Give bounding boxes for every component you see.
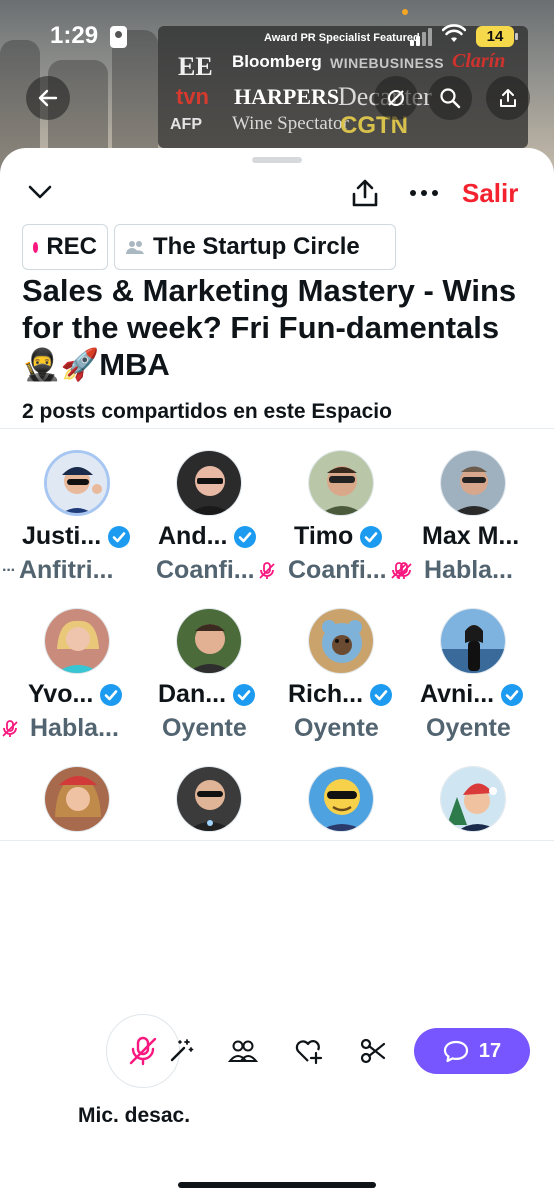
avatar[interactable]: [44, 450, 110, 516]
participant-name: Rich...: [288, 680, 393, 709]
participant-role: Habla...: [394, 556, 513, 585]
divider: [0, 428, 554, 429]
status-time: 1:29: [50, 22, 99, 49]
avatar[interactable]: [440, 450, 506, 516]
arrow-left-icon: [38, 89, 58, 107]
participant-role: Oyente: [162, 714, 247, 742]
divider: [0, 840, 554, 841]
participant-name: Avni...: [420, 680, 524, 709]
avatar[interactable]: [44, 766, 110, 832]
brand-logo: Bloomberg: [232, 52, 322, 71]
brand-logo: WINEBUSINESS: [330, 55, 445, 71]
chat-count: 17: [478, 1039, 502, 1062]
clip-button[interactable]: [356, 1034, 390, 1068]
community-badge[interactable]: The Startup Circle: [114, 224, 396, 270]
heart-plus-icon: [295, 1040, 323, 1065]
avatar[interactable]: [176, 450, 242, 516]
space-title: Sales & Marketing Mastery - Wins for the…: [22, 273, 517, 382]
shared-posts-link[interactable]: 2 posts compartidos en este Espacio: [22, 400, 392, 424]
mic-status-label: Mic. desac.: [78, 1104, 191, 1127]
brand-logo: AFP: [170, 116, 202, 133]
chevron-down-icon: [28, 185, 52, 199]
brand-logo: Clarín: [452, 50, 506, 72]
brand-logo: EE: [178, 52, 213, 81]
chat-bubble-icon: [443, 1040, 468, 1063]
people-icon: [228, 1040, 258, 1062]
verified-badge-icon: [108, 525, 131, 548]
magic-wand-icon: [170, 1039, 194, 1062]
record-dot-icon: [33, 241, 39, 253]
speaking-dots-icon: ···: [2, 561, 16, 579]
participant-name: Justi...: [22, 522, 131, 551]
brand-logo: tvn: [176, 84, 209, 109]
avatar[interactable]: [176, 608, 242, 674]
avatar[interactable]: [440, 766, 506, 832]
avatar[interactable]: [176, 766, 242, 832]
recording-badge: REC: [22, 224, 108, 270]
community-icon: [125, 237, 145, 257]
verified-badge-icon: [233, 683, 256, 706]
cellular-signal-icon: [410, 28, 432, 46]
participant-role: Coanfi...: [156, 556, 281, 585]
scissors-icon: [360, 1038, 386, 1064]
hide-button[interactable]: [374, 76, 418, 120]
participant-role: Oyente: [426, 714, 511, 742]
eye-off-icon: [388, 90, 404, 106]
verified-badge-icon: [370, 683, 393, 706]
participant-role: Oyente: [294, 714, 379, 742]
verified-badge-icon: [360, 525, 383, 548]
search-icon: [440, 88, 461, 109]
verified-badge-icon: [100, 683, 123, 706]
react-button[interactable]: [292, 1034, 326, 1068]
mic-in-use-indicator: [402, 9, 408, 15]
mic-off-icon: [2, 719, 18, 737]
chat-button[interactable]: 17: [414, 1028, 530, 1074]
minimize-button[interactable]: [24, 176, 56, 208]
status-notification: Award PR Specialist Featured: [264, 32, 420, 44]
participant-role: ··· Anfitri...: [2, 556, 114, 584]
back-button[interactable]: [26, 76, 70, 120]
mic-off-icon: [396, 561, 412, 579]
avatar[interactable]: [44, 608, 110, 674]
participant-name: Dan...: [158, 680, 256, 709]
sheet-grabber[interactable]: [252, 157, 302, 163]
share-icon: [500, 89, 516, 107]
participant-name: Yvo...: [28, 680, 123, 709]
banner-share-button[interactable]: [486, 76, 530, 120]
recording-label: REC: [46, 233, 97, 260]
more-options-button[interactable]: [406, 176, 442, 210]
avatar[interactable]: [440, 608, 506, 674]
mic-off-icon: [129, 1036, 157, 1066]
brand-logo: HARPERS: [234, 84, 340, 109]
exit-space-button[interactable]: Salir: [462, 178, 518, 209]
community-name: The Startup Circle: [153, 233, 360, 260]
participants-button[interactable]: [226, 1034, 260, 1068]
effects-button[interactable]: [164, 1034, 198, 1068]
participant-name: Max M...: [422, 522, 520, 550]
wifi-icon: [441, 24, 467, 50]
participant-name: Timo: [294, 522, 383, 551]
share-button[interactable]: [348, 176, 382, 210]
home-indicator[interactable]: [178, 1182, 376, 1188]
avatar[interactable]: [308, 608, 374, 674]
search-button[interactable]: [428, 76, 472, 120]
avatar[interactable]: [308, 450, 374, 516]
battery-indicator: 14: [476, 26, 518, 47]
more-horizontal-icon: [410, 190, 438, 196]
avatar[interactable]: [308, 766, 374, 832]
participant-role: Habla...: [0, 714, 119, 743]
verified-badge-icon: [501, 683, 524, 706]
participant-name: And...: [158, 522, 257, 551]
brand-logo: Wine Spectator: [232, 113, 349, 134]
share-icon: [352, 179, 378, 207]
verified-badge-icon: [234, 525, 257, 548]
mic-off-icon: [258, 561, 275, 579]
contact-card-icon: [110, 26, 127, 48]
